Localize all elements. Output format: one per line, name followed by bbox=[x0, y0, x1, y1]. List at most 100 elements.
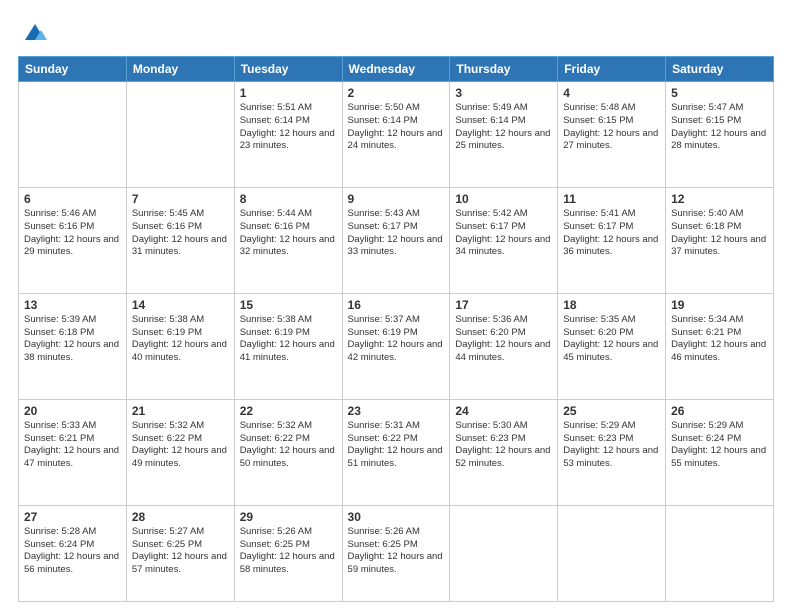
day-info: Sunrise: 5:27 AM Sunset: 6:25 PM Dayligh… bbox=[132, 526, 229, 577]
calendar-cell: 16 Sunrise: 5:37 AM Sunset: 6:19 PM Dayli… bbox=[342, 293, 450, 399]
weekday-header-thursday: Thursday bbox=[450, 57, 558, 82]
day-info: Sunrise: 5:29 AM Sunset: 6:23 PM Dayligh… bbox=[563, 420, 660, 471]
calendar-cell: 12 Sunrise: 5:40 AM Sunset: 6:18 PM Dayli… bbox=[666, 187, 774, 293]
day-number: 23 bbox=[348, 404, 445, 418]
logo bbox=[18, 18, 49, 46]
day-number: 28 bbox=[132, 510, 229, 524]
day-info: Sunrise: 5:44 AM Sunset: 6:16 PM Dayligh… bbox=[240, 208, 337, 259]
logo-icon bbox=[21, 18, 49, 46]
day-number: 24 bbox=[455, 404, 552, 418]
day-info: Sunrise: 5:38 AM Sunset: 6:19 PM Dayligh… bbox=[132, 314, 229, 365]
day-number: 2 bbox=[348, 86, 445, 100]
day-info: Sunrise: 5:36 AM Sunset: 6:20 PM Dayligh… bbox=[455, 314, 552, 365]
calendar-cell bbox=[450, 505, 558, 601]
day-info: Sunrise: 5:32 AM Sunset: 6:22 PM Dayligh… bbox=[132, 420, 229, 471]
day-info: Sunrise: 5:31 AM Sunset: 6:22 PM Dayligh… bbox=[348, 420, 445, 471]
calendar-cell: 20 Sunrise: 5:33 AM Sunset: 6:21 PM Dayli… bbox=[19, 399, 127, 505]
day-info: Sunrise: 5:30 AM Sunset: 6:23 PM Dayligh… bbox=[455, 420, 552, 471]
calendar-cell: 11 Sunrise: 5:41 AM Sunset: 6:17 PM Dayli… bbox=[558, 187, 666, 293]
calendar-cell: 9 Sunrise: 5:43 AM Sunset: 6:17 PM Daylig… bbox=[342, 187, 450, 293]
day-number: 3 bbox=[455, 86, 552, 100]
calendar-table: SundayMondayTuesdayWednesdayThursdayFrid… bbox=[18, 56, 774, 602]
calendar-cell: 23 Sunrise: 5:31 AM Sunset: 6:22 PM Dayli… bbox=[342, 399, 450, 505]
calendar-cell: 24 Sunrise: 5:30 AM Sunset: 6:23 PM Dayli… bbox=[450, 399, 558, 505]
day-info: Sunrise: 5:26 AM Sunset: 6:25 PM Dayligh… bbox=[240, 526, 337, 577]
calendar-cell: 2 Sunrise: 5:50 AM Sunset: 6:14 PM Daylig… bbox=[342, 82, 450, 188]
day-number: 13 bbox=[24, 298, 121, 312]
calendar-cell: 13 Sunrise: 5:39 AM Sunset: 6:18 PM Dayli… bbox=[19, 293, 127, 399]
calendar-cell: 5Sunrise: 5:47 AM Sunset: 6:15 PM Daylig… bbox=[666, 82, 774, 188]
calendar-cell: 19Sunrise: 5:34 AM Sunset: 6:21 PM Dayli… bbox=[666, 293, 774, 399]
calendar-week-row: 27 Sunrise: 5:28 AM Sunset: 6:24 PM Dayli… bbox=[19, 505, 774, 601]
calendar-cell: 29 Sunrise: 5:26 AM Sunset: 6:25 PM Dayli… bbox=[234, 505, 342, 601]
calendar-cell bbox=[19, 82, 127, 188]
calendar-cell: 28 Sunrise: 5:27 AM Sunset: 6:25 PM Dayli… bbox=[126, 505, 234, 601]
weekday-header-row: SundayMondayTuesdayWednesdayThursdayFrid… bbox=[19, 57, 774, 82]
day-info: Sunrise: 5:48 AM Sunset: 6:15 PM Dayligh… bbox=[563, 102, 660, 153]
calendar-cell: 7Sunrise: 5:45 AM Sunset: 6:16 PM Daylig… bbox=[126, 187, 234, 293]
day-info: Sunrise: 5:50 AM Sunset: 6:14 PM Dayligh… bbox=[348, 102, 445, 153]
calendar-cell: 25 Sunrise: 5:29 AM Sunset: 6:23 PM Dayli… bbox=[558, 399, 666, 505]
day-number: 15 bbox=[240, 298, 337, 312]
calendar-cell: 1 Sunrise: 5:51 AM Sunset: 6:14 PM Daylig… bbox=[234, 82, 342, 188]
day-info: Sunrise: 5:33 AM Sunset: 6:21 PM Dayligh… bbox=[24, 420, 121, 471]
day-number: 17 bbox=[455, 298, 552, 312]
day-info: Sunrise: 5:41 AM Sunset: 6:17 PM Dayligh… bbox=[563, 208, 660, 259]
day-number: 30 bbox=[348, 510, 445, 524]
day-info: Sunrise: 5:32 AM Sunset: 6:22 PM Dayligh… bbox=[240, 420, 337, 471]
day-number: 12 bbox=[671, 192, 768, 206]
calendar-cell: 18Sunrise: 5:35 AM Sunset: 6:20 PM Dayli… bbox=[558, 293, 666, 399]
day-number: 21 bbox=[132, 404, 229, 418]
day-number: 14 bbox=[132, 298, 229, 312]
weekday-header-sunday: Sunday bbox=[19, 57, 127, 82]
calendar-cell: 4 Sunrise: 5:48 AM Sunset: 6:15 PM Daylig… bbox=[558, 82, 666, 188]
calendar-cell bbox=[558, 505, 666, 601]
day-info: Sunrise: 5:49 AM Sunset: 6:14 PM Dayligh… bbox=[455, 102, 552, 153]
day-number: 8 bbox=[240, 192, 337, 206]
day-info: Sunrise: 5:43 AM Sunset: 6:17 PM Dayligh… bbox=[348, 208, 445, 259]
day-info: Sunrise: 5:37 AM Sunset: 6:19 PM Dayligh… bbox=[348, 314, 445, 365]
weekday-header-wednesday: Wednesday bbox=[342, 57, 450, 82]
day-number: 11 bbox=[563, 192, 660, 206]
day-info: Sunrise: 5:39 AM Sunset: 6:18 PM Dayligh… bbox=[24, 314, 121, 365]
day-number: 20 bbox=[24, 404, 121, 418]
day-info: Sunrise: 5:51 AM Sunset: 6:14 PM Dayligh… bbox=[240, 102, 337, 153]
page: SundayMondayTuesdayWednesdayThursdayFrid… bbox=[0, 0, 792, 612]
calendar-cell bbox=[666, 505, 774, 601]
day-number: 18 bbox=[563, 298, 660, 312]
calendar-cell: 27 Sunrise: 5:28 AM Sunset: 6:24 PM Dayli… bbox=[19, 505, 127, 601]
day-number: 6 bbox=[24, 192, 121, 206]
day-info: Sunrise: 5:34 AM Sunset: 6:21 PM Dayligh… bbox=[671, 314, 768, 365]
calendar-cell: 14 Sunrise: 5:38 AM Sunset: 6:19 PM Dayli… bbox=[126, 293, 234, 399]
calendar-cell: 3 Sunrise: 5:49 AM Sunset: 6:14 PM Daylig… bbox=[450, 82, 558, 188]
day-info: Sunrise: 5:26 AM Sunset: 6:25 PM Dayligh… bbox=[348, 526, 445, 577]
day-number: 26 bbox=[671, 404, 768, 418]
calendar-week-row: 13 Sunrise: 5:39 AM Sunset: 6:18 PM Dayli… bbox=[19, 293, 774, 399]
header bbox=[18, 18, 774, 46]
day-number: 1 bbox=[240, 86, 337, 100]
calendar-cell: 30 Sunrise: 5:26 AM Sunset: 6:25 PM Dayli… bbox=[342, 505, 450, 601]
day-info: Sunrise: 5:40 AM Sunset: 6:18 PM Dayligh… bbox=[671, 208, 768, 259]
weekday-header-friday: Friday bbox=[558, 57, 666, 82]
day-number: 22 bbox=[240, 404, 337, 418]
day-number: 29 bbox=[240, 510, 337, 524]
day-number: 16 bbox=[348, 298, 445, 312]
day-info: Sunrise: 5:42 AM Sunset: 6:17 PM Dayligh… bbox=[455, 208, 552, 259]
calendar-cell: 10Sunrise: 5:42 AM Sunset: 6:17 PM Dayli… bbox=[450, 187, 558, 293]
calendar-cell: 22 Sunrise: 5:32 AM Sunset: 6:22 PM Dayli… bbox=[234, 399, 342, 505]
day-number: 5 bbox=[671, 86, 768, 100]
day-number: 9 bbox=[348, 192, 445, 206]
day-number: 25 bbox=[563, 404, 660, 418]
weekday-header-saturday: Saturday bbox=[666, 57, 774, 82]
day-number: 27 bbox=[24, 510, 121, 524]
weekday-header-monday: Monday bbox=[126, 57, 234, 82]
day-info: Sunrise: 5:28 AM Sunset: 6:24 PM Dayligh… bbox=[24, 526, 121, 577]
day-info: Sunrise: 5:46 AM Sunset: 6:16 PM Dayligh… bbox=[24, 208, 121, 259]
weekday-header-tuesday: Tuesday bbox=[234, 57, 342, 82]
calendar-cell: 15Sunrise: 5:38 AM Sunset: 6:19 PM Dayli… bbox=[234, 293, 342, 399]
day-number: 4 bbox=[563, 86, 660, 100]
calendar-cell: 8 Sunrise: 5:44 AM Sunset: 6:16 PM Daylig… bbox=[234, 187, 342, 293]
calendar-week-row: 20 Sunrise: 5:33 AM Sunset: 6:21 PM Dayli… bbox=[19, 399, 774, 505]
day-info: Sunrise: 5:29 AM Sunset: 6:24 PM Dayligh… bbox=[671, 420, 768, 471]
calendar-cell: 6 Sunrise: 5:46 AM Sunset: 6:16 PM Daylig… bbox=[19, 187, 127, 293]
